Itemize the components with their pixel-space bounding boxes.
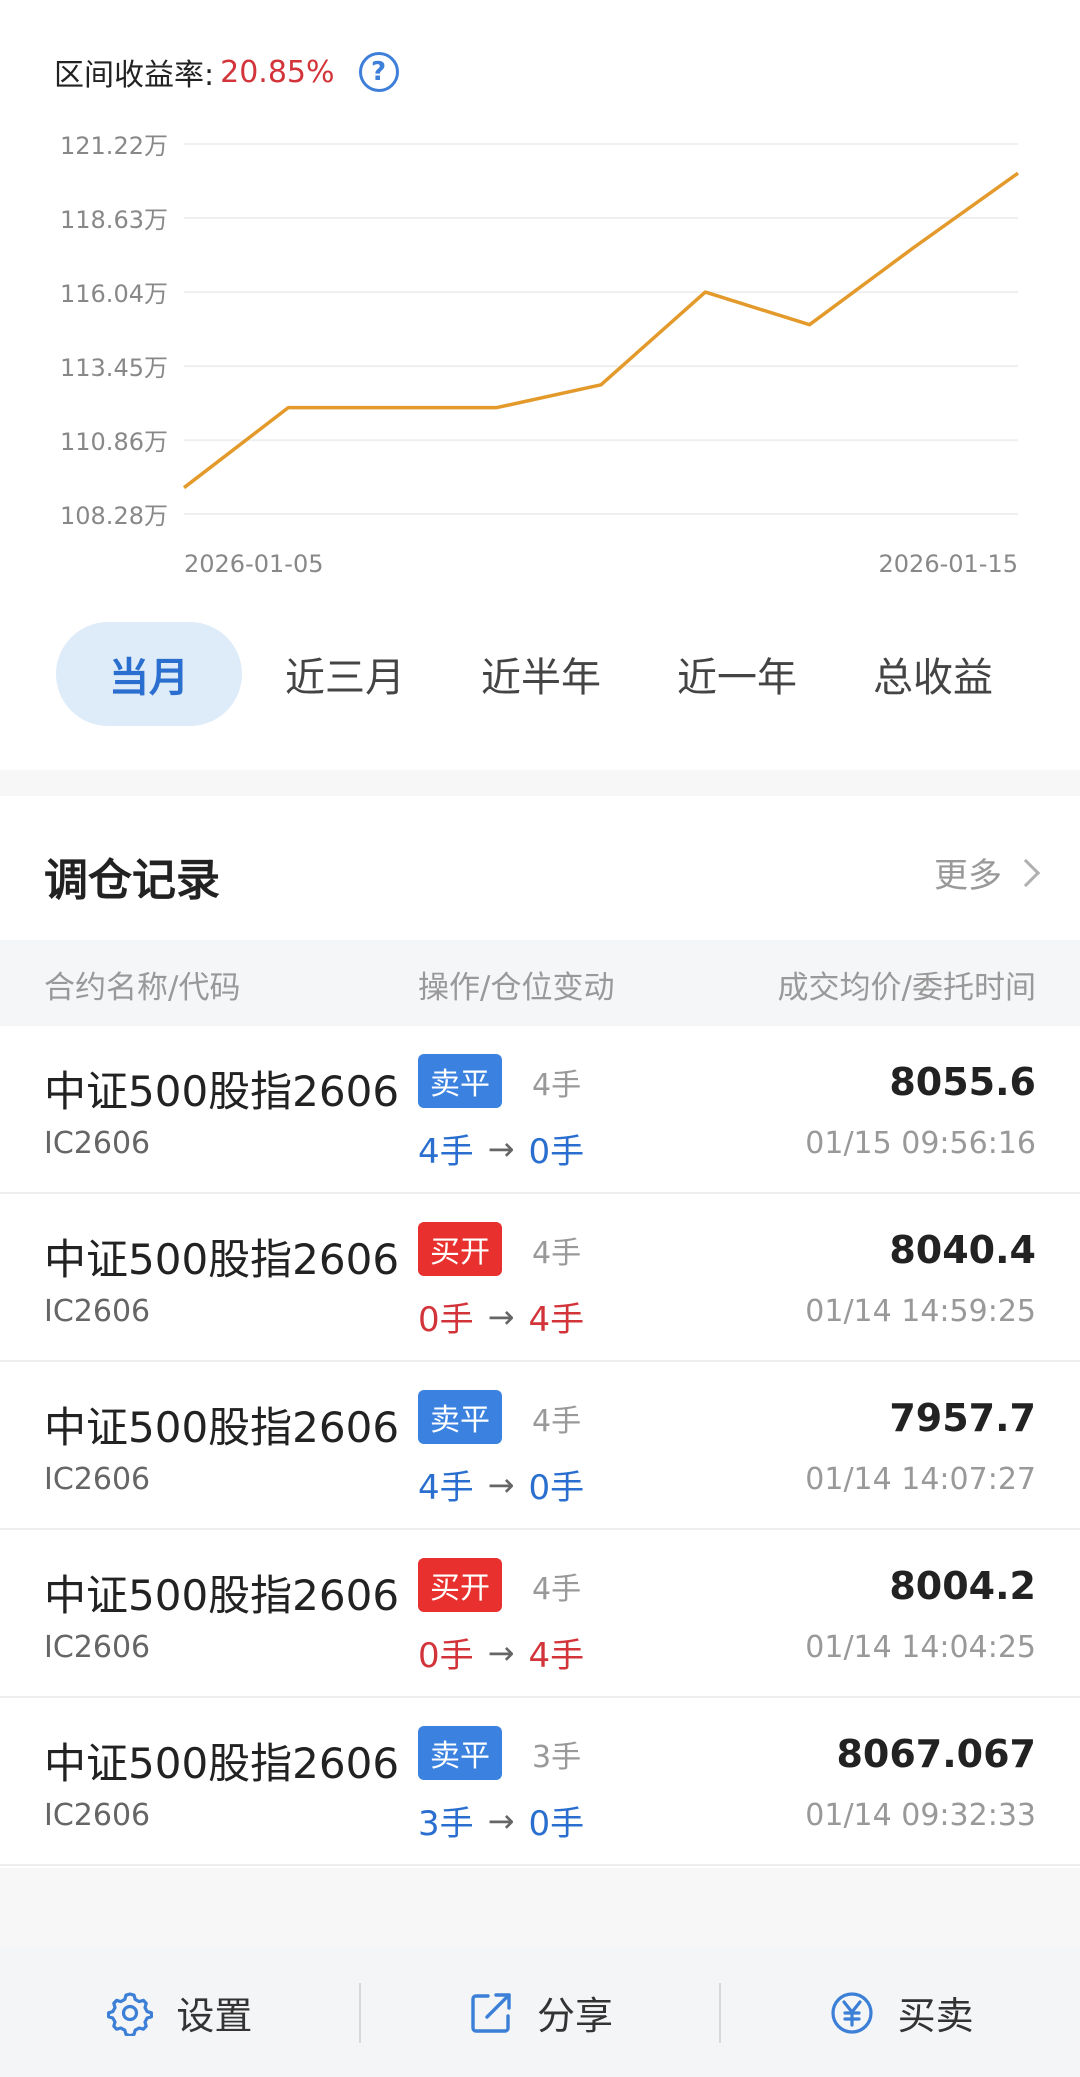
position-change: 4手 → 0手 bbox=[418, 1124, 584, 1173]
share-label: 分享 bbox=[537, 1994, 614, 2038]
tab-half-year[interactable]: 近半年 bbox=[448, 622, 634, 726]
action-badge: 卖平 bbox=[418, 1390, 502, 1444]
gear-icon bbox=[106, 1989, 154, 2037]
avg-price: 8004.2 bbox=[889, 1564, 1036, 1608]
tab-one-year[interactable]: 近一年 bbox=[644, 622, 830, 726]
order-lots: 4手 bbox=[532, 1404, 582, 1439]
avg-price: 7957.7 bbox=[889, 1396, 1036, 1440]
contract-name: 中证500股指2606 bbox=[44, 1235, 400, 1284]
arrow-right-icon: → bbox=[487, 1801, 515, 1840]
tab-three-months[interactable]: 近三月 bbox=[252, 622, 438, 726]
arrow-right-icon: → bbox=[487, 1297, 515, 1336]
position-change: 0手 → 4手 bbox=[418, 1292, 584, 1341]
avg-price: 8067.067 bbox=[836, 1732, 1036, 1776]
position-from: 0手 bbox=[418, 1300, 474, 1340]
position-change: 0手 → 4手 bbox=[418, 1628, 584, 1677]
y-tick-label: 116.04万 bbox=[60, 280, 168, 308]
trade-label: 买卖 bbox=[897, 1994, 974, 2038]
share-button[interactable]: 分享 bbox=[361, 1948, 720, 2077]
order-time: 01/14 14:04:25 bbox=[805, 1630, 1036, 1665]
x-tick-label: 2026-01-05 bbox=[184, 550, 323, 578]
share-icon bbox=[467, 1989, 515, 2037]
order-time: 01/14 09:32:33 bbox=[805, 1798, 1036, 1833]
order-lots: 4手 bbox=[532, 1068, 582, 1103]
y-tick-label: 118.63万 bbox=[60, 206, 168, 234]
order-lots: 4手 bbox=[532, 1572, 582, 1607]
contract-code: IC2606 bbox=[44, 1630, 151, 1665]
yuan-circle-icon bbox=[828, 1989, 876, 2037]
return-chart-card: 区间收益率: 20.85% ? 121.22万 118.63万 116.04万 113… bbox=[0, 0, 1080, 770]
position-from: 4手 bbox=[418, 1132, 474, 1172]
table-row[interactable]: 中证500股指2606 IC2606 买开 4手 0手 → 4手 8004.2 … bbox=[0, 1530, 1080, 1698]
return-label: 区间收益率: bbox=[54, 58, 215, 93]
contract-name: 中证500股指2606 bbox=[44, 1571, 400, 1620]
column-contract: 合约名称/代码 bbox=[44, 970, 241, 1006]
rebalance-records-card: 调仓记录 更多 合约名称/代码 操作/仓位变动 成交均价/委托时间 中证500股… bbox=[0, 796, 1080, 1868]
position-to: 0手 bbox=[528, 1132, 585, 1172]
position-change: 3手 → 0手 bbox=[418, 1796, 584, 1845]
avg-price: 8055.6 bbox=[889, 1060, 1036, 1104]
chevron-right-icon bbox=[1011, 858, 1041, 887]
records-list: 中证500股指2606 IC2606 卖平 4手 4手 → 0手 8055.6 … bbox=[0, 1026, 1080, 1866]
position-to: 0手 bbox=[528, 1804, 585, 1844]
tab-total-return[interactable]: 总收益 bbox=[840, 622, 1026, 726]
order-time: 01/14 14:07:27 bbox=[805, 1462, 1036, 1497]
table-row[interactable]: 中证500股指2606 IC2606 卖平 4手 4手 → 0手 7957.7 … bbox=[0, 1362, 1080, 1530]
action-badge: 卖平 bbox=[418, 1054, 502, 1108]
records-header: 调仓记录 更多 bbox=[0, 796, 1080, 940]
action-badge: 买开 bbox=[418, 1222, 502, 1276]
contract-name: 中证500股指2606 bbox=[44, 1403, 400, 1452]
bottom-action-bar: 设置 分享 买卖 bbox=[0, 1948, 1080, 2077]
more-label: 更多 bbox=[934, 856, 1002, 896]
position-from: 3手 bbox=[418, 1804, 474, 1844]
more-link[interactable]: 更多 bbox=[934, 848, 1041, 897]
y-tick-label: 121.22万 bbox=[60, 132, 168, 160]
order-time: 01/15 09:56:16 bbox=[805, 1126, 1036, 1161]
records-column-header: 合约名称/代码 操作/仓位变动 成交均价/委托时间 bbox=[0, 940, 1080, 1026]
position-change: 4手 → 0手 bbox=[418, 1460, 584, 1509]
action-badge: 买开 bbox=[418, 1558, 502, 1612]
trade-button[interactable]: 买卖 bbox=[721, 1948, 1080, 2077]
question-circle-icon[interactable]: ? bbox=[358, 52, 399, 92]
position-to: 4手 bbox=[528, 1300, 585, 1340]
contract-code: IC2606 bbox=[44, 1126, 151, 1161]
column-price-time: 成交均价/委托时间 bbox=[777, 970, 1036, 1006]
position-from: 4手 bbox=[418, 1468, 474, 1508]
position-to: 4手 bbox=[528, 1636, 585, 1676]
y-tick-label: 113.45万 bbox=[60, 354, 168, 382]
tab-current-month[interactable]: 当月 bbox=[56, 622, 242, 726]
records-title: 调仓记录 bbox=[44, 855, 220, 906]
avg-price: 8040.4 bbox=[889, 1228, 1036, 1272]
settings-button[interactable]: 设置 bbox=[0, 1948, 359, 2077]
return-value: 20.85% bbox=[220, 54, 335, 90]
order-lots: 3手 bbox=[532, 1740, 582, 1775]
settings-label: 设置 bbox=[176, 1994, 253, 2038]
contract-code: IC2606 bbox=[44, 1294, 151, 1329]
return-line-chart: 121.22万 118.63万 116.04万 113.45万 110.86万 108.2… bbox=[60, 132, 1020, 578]
x-tick-label: 2026-01-15 bbox=[879, 550, 1018, 578]
period-tabs: 当月 近三月 近半年 近一年 总收益 bbox=[56, 622, 1026, 726]
interval-return: 区间收益率: 20.85% ? bbox=[54, 50, 399, 94]
table-row[interactable]: 中证500股指2606 IC2606 买开 4手 0手 → 4手 8040.4 … bbox=[0, 1194, 1080, 1362]
position-to: 0手 bbox=[528, 1468, 585, 1508]
table-row[interactable]: 中证500股指2606 IC2606 卖平 4手 4手 → 0手 8055.6 … bbox=[0, 1026, 1080, 1194]
action-badge: 卖平 bbox=[418, 1726, 502, 1780]
contract-name: 中证500股指2606 bbox=[44, 1067, 400, 1116]
arrow-right-icon: → bbox=[487, 1129, 515, 1168]
table-row[interactable]: 中证500股指2606 IC2606 卖平 3手 3手 → 0手 8067.06… bbox=[0, 1698, 1080, 1866]
y-tick-label: 108.28万 bbox=[60, 502, 168, 530]
order-time: 01/14 14:59:25 bbox=[805, 1294, 1036, 1329]
position-from: 0手 bbox=[418, 1636, 474, 1676]
contract-code: IC2606 bbox=[44, 1798, 151, 1833]
contract-name: 中证500股指2606 bbox=[44, 1739, 400, 1788]
contract-code: IC2606 bbox=[44, 1462, 151, 1497]
arrow-right-icon: → bbox=[487, 1633, 515, 1672]
order-lots: 4手 bbox=[532, 1236, 582, 1271]
column-operation: 操作/仓位变动 bbox=[418, 970, 615, 1006]
y-tick-label: 110.86万 bbox=[60, 428, 168, 456]
arrow-right-icon: → bbox=[487, 1465, 515, 1504]
